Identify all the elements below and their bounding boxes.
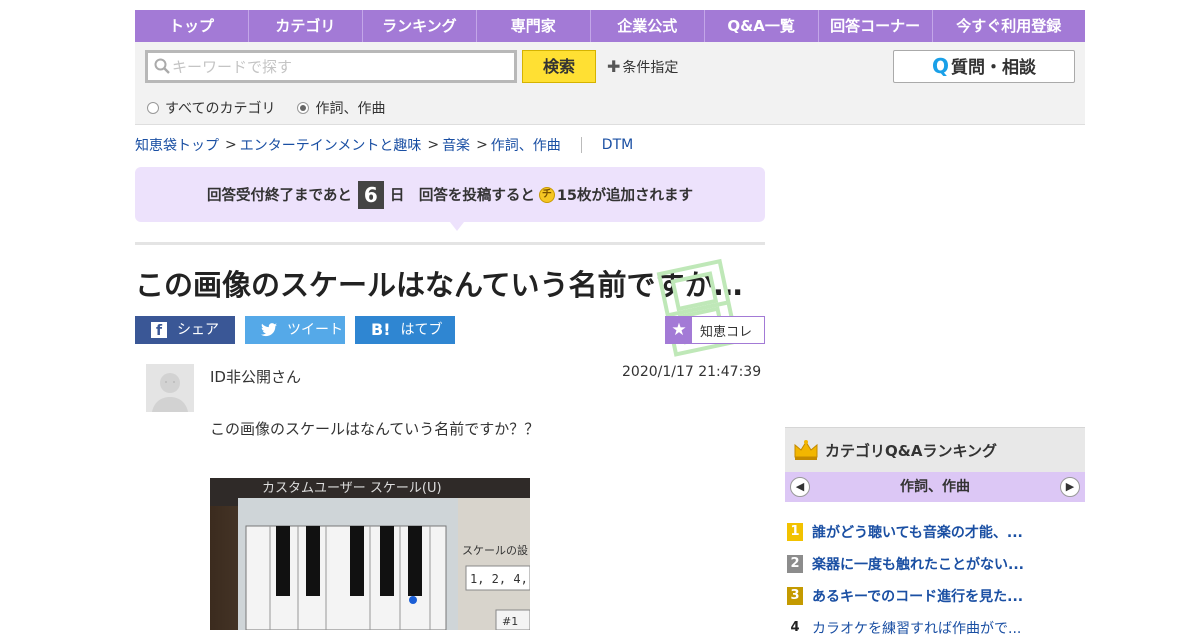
twitter-icon [261, 323, 277, 337]
default-avatar-icon [146, 364, 194, 412]
twitter-share-button[interactable]: ツイート [245, 316, 345, 344]
breadcrumb-sep: > [476, 137, 488, 153]
ranking-item[interactable]: 2 楽器に一度も触れたことがない... [787, 548, 1085, 580]
hatena-bookmark-button[interactable]: B! はてブ [355, 316, 455, 344]
breadcrumb: 知恵袋トップ > エンターテインメントと趣味 > 音楽 > 作詞、作曲 DTM [135, 135, 633, 155]
ranking-item[interactable]: 4 カラオケを練習すれば作曲がで... [787, 612, 1085, 644]
nav-qa-list[interactable]: Q&A一覧 [705, 10, 819, 42]
breadcrumb-entertainment[interactable]: エンターテインメントと趣味 [240, 135, 422, 155]
rank-badge: 1 [787, 523, 803, 541]
share-hb-label: はてブ [400, 322, 443, 338]
days-remaining: 6 [357, 180, 384, 209]
condition-label: 条件指定 [622, 60, 679, 76]
search-icon [154, 58, 170, 74]
radio-all-label: すべてのカテゴリ [165, 101, 276, 117]
radio-selected-icon [297, 102, 310, 114]
ask-question-button[interactable]: Q 質問・相談 [893, 50, 1075, 83]
q-icon: Q [931, 54, 949, 78]
breadcrumb-sep: > [427, 137, 440, 153]
nav-official[interactable]: 企業公式 [591, 10, 705, 42]
search-box[interactable] [145, 50, 517, 83]
ranking-category-label: 作詞、作曲 [900, 479, 970, 495]
breadcrumb-sep: > [225, 137, 237, 153]
notice-text-2: 日 回答を投稿すると [389, 188, 535, 204]
nav-answer-corner[interactable]: 回答コーナー [819, 10, 933, 42]
chie-collection-button[interactable]: ★ 知恵コレ [665, 316, 765, 344]
breadcrumb-top[interactable]: 知恵袋トップ [135, 135, 219, 155]
image-tag-text: #1 [502, 615, 518, 628]
notice-tail [450, 222, 464, 231]
nav-experts[interactable]: 専門家 [477, 10, 591, 42]
image-side-text: スケールの設 [462, 543, 528, 557]
share-fb-label: シェア [177, 322, 219, 338]
prev-arrow-icon[interactable]: ◀ [790, 477, 810, 497]
breadcrumb-divider [580, 137, 582, 153]
star-icon: ★ [666, 317, 692, 343]
radio-icon [147, 102, 159, 114]
post-date: 2020/1/17 21:47:39 [622, 364, 762, 380]
next-arrow-icon[interactable]: ▶ [1060, 477, 1080, 497]
rank-badge: 3 [787, 587, 803, 605]
divider [135, 242, 765, 245]
user-name[interactable]: ID非公開さん [210, 366, 301, 387]
ranking-item-title[interactable]: あるキーでのコード進行を見た... [812, 586, 1023, 606]
ranking-item[interactable]: 3 あるキーでのコード進行を見た... [787, 580, 1085, 612]
breadcrumb-dtm[interactable]: DTM [602, 137, 633, 153]
ranking-item-title[interactable]: カラオケを練習すれば作曲がで... [812, 618, 1021, 638]
nav-top[interactable]: トップ [135, 10, 249, 42]
condition-link[interactable]: ✚ 条件指定 [607, 57, 678, 77]
rank-badge: 4 [790, 620, 800, 635]
facebook-share-button[interactable]: f シェア [135, 316, 235, 344]
crown-icon [794, 440, 818, 460]
question-image[interactable]: カスタムユーザー スケール(U) スケールの設 1, 2, 4, 5, #1 [210, 478, 530, 630]
search-input[interactable] [172, 55, 502, 79]
breadcrumb-composition[interactable]: 作詞、作曲 [491, 135, 561, 155]
share-tw-label: ツイート [287, 322, 343, 338]
hatena-icon: B! [371, 320, 391, 339]
nav-register[interactable]: 今すぐ利用登録 [933, 10, 1085, 42]
plus-icon: ✚ [607, 57, 621, 76]
rank-badge: 2 [787, 555, 803, 573]
ranking-heading: カテゴリQ&Aランキング [825, 441, 997, 460]
search-button[interactable]: 検索 [522, 50, 596, 83]
image-nums-text: 1, 2, 4, 5, [470, 572, 530, 586]
chie-label: 知恵コレ [700, 324, 753, 340]
ranking-category: ◀ 作詞、作曲 ▶ [785, 472, 1085, 502]
search-bar: 検索 ✚条件指定 Q質問・相談 すべてのカテゴリ 作詞、作曲 [135, 42, 1085, 125]
global-nav: トップ カテゴリ ランキング 専門家 企業公式 Q&A一覧 回答コーナー 今すぐ… [135, 10, 1085, 42]
radio-current-label: 作詞、作曲 [315, 101, 386, 117]
ranking-item-title[interactable]: 誰がどう聴いても音楽の才能、... [812, 522, 1023, 542]
nav-category[interactable]: カテゴリ [249, 10, 363, 42]
nav-ranking[interactable]: ランキング [363, 10, 477, 42]
ranking-list: 1 誰がどう聴いても音楽の才能、... 2 楽器に一度も触れたことがない... 3あ… [787, 516, 1085, 644]
notice-text-1: 回答受付終了まであと [206, 188, 352, 204]
coin-icon: チ [538, 186, 555, 203]
ranking-item-title[interactable]: 楽器に一度も触れたことがない... [812, 554, 1024, 574]
ranking-header: カテゴリQ&Aランキング [785, 427, 1085, 472]
radio-all-categories[interactable]: すべてのカテゴリ [147, 98, 275, 118]
deadline-notice: 回答受付終了まであと 6 日 回答を投稿すると チ 15枚が追加されます [135, 167, 765, 222]
avatar [146, 364, 194, 412]
radio-current-category[interactable]: 作詞、作曲 [297, 98, 385, 118]
ask-label: 質問・相談 [951, 58, 1036, 78]
facebook-icon: f [151, 322, 167, 339]
ranking-item[interactable]: 1 誰がどう聴いても音楽の才能、... [787, 516, 1085, 548]
category-scope: すべてのカテゴリ 作詞、作曲 [147, 98, 385, 118]
question-body: この画像のスケールはなんていう名前ですか？？ [210, 420, 540, 438]
breadcrumb-music[interactable]: 音楽 [442, 135, 470, 155]
image-header-text: カスタムユーザー スケール(U) [262, 481, 442, 496]
notice-text-3: 15枚が追加されます [556, 188, 694, 204]
